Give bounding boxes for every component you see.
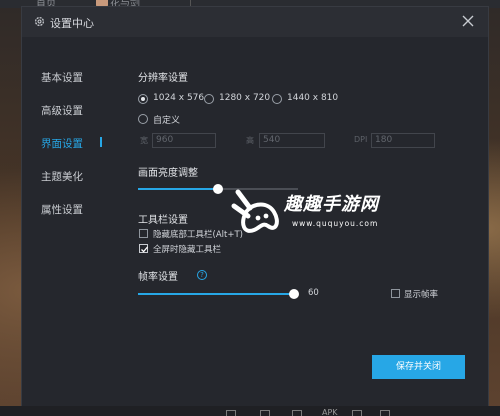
site-watermark: 趣趣手游网 www.ququyou.com <box>228 186 398 242</box>
fullscreen-hide-toolbar-checkbox[interactable] <box>139 244 148 253</box>
resolution-title: 分辨率设置 <box>138 73 188 84</box>
emulator-bottom-toolbar: APK <box>0 406 500 416</box>
apk-install-button[interactable]: APK <box>322 408 338 416</box>
show-fps-checkbox[interactable] <box>391 289 400 298</box>
sidebar-item-basic[interactable]: 基本设置 <box>41 70 83 85</box>
width-label: 宽 <box>140 136 148 145</box>
dialog-title: 设置中心 <box>50 17 94 30</box>
sidebar-item-theme[interactable]: 主题美化 <box>41 169 83 184</box>
sidebar-item-properties[interactable]: 属性设置 <box>41 202 83 217</box>
toolbar-title: 工具栏设置 <box>138 215 188 226</box>
brightness-title: 画面亮度调整 <box>138 168 198 179</box>
resolution-label-1024: 1024 x 576 <box>153 93 205 103</box>
toolbar-icon[interactable] <box>352 410 362 416</box>
save-and-close-button[interactable]: 保存并关闭 <box>372 355 465 379</box>
custom-resolution-label: 自定义 <box>153 116 181 126</box>
gear-icon <box>34 16 45 27</box>
show-fps-label: 显示帧率 <box>404 290 439 300</box>
dialog-header: 设置中心 <box>22 7 488 37</box>
dpi-label: DPI <box>354 135 368 144</box>
resolution-radio-1024[interactable] <box>138 94 148 104</box>
fullscreen-hide-toolbar-label: 全屏时隐藏工具栏 <box>153 245 222 255</box>
brightness-slider-thumb[interactable] <box>213 184 223 194</box>
toolbar-icon[interactable] <box>292 410 302 416</box>
dpi-input[interactable]: 180 <box>371 133 435 148</box>
resolution-radio-1440[interactable] <box>272 94 282 104</box>
width-input[interactable]: 960 <box>152 133 216 148</box>
resolution-label-1440: 1440 x 810 <box>287 93 339 103</box>
resolution-label-1280: 1280 x 720 <box>219 93 271 103</box>
framerate-title: 帧率设置 <box>138 272 178 283</box>
framerate-slider-fill <box>138 293 294 295</box>
height-input[interactable]: 540 <box>259 133 325 148</box>
checkmark-icon <box>141 246 148 253</box>
help-icon[interactable]: ? <box>197 270 207 280</box>
framerate-slider-thumb[interactable] <box>289 289 299 299</box>
resolution-radio-custom[interactable] <box>138 114 148 124</box>
settings-sidebar: 基本设置 高级设置 界面设置 主题美化 属性设置 <box>22 37 114 410</box>
resolution-radio-1280[interactable] <box>204 94 214 104</box>
height-label: 高 <box>246 136 254 145</box>
hide-bottom-toolbar-checkbox[interactable] <box>139 229 148 238</box>
sidebar-item-interface[interactable]: 界面设置 <box>41 136 83 151</box>
watermark-url: www.ququyou.com <box>292 219 379 228</box>
brightness-slider-fill <box>138 188 218 190</box>
toolbar-icon[interactable] <box>380 410 390 416</box>
toolbar-icon[interactable] <box>226 410 236 416</box>
sidebar-item-advanced[interactable]: 高级设置 <box>41 103 83 118</box>
watermark-text: 趣趣手游网 <box>284 194 379 215</box>
framerate-slider[interactable] <box>138 289 299 299</box>
gamepad-logo-icon <box>231 189 279 233</box>
close-icon[interactable] <box>462 15 474 27</box>
active-indicator <box>100 137 102 147</box>
toolbar-icon[interactable] <box>260 410 270 416</box>
framerate-value: 60 <box>308 288 319 298</box>
